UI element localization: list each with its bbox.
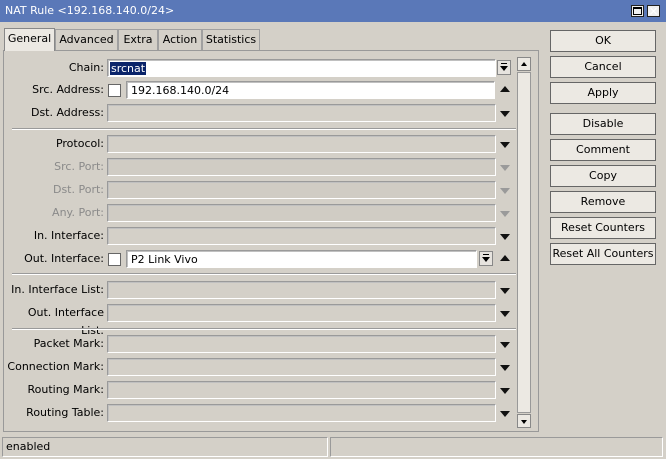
in-interface-list-field[interactable] [107,281,496,299]
out-interface-collapse-icon[interactable] [500,255,510,261]
chain-field[interactable]: srcnat [107,59,496,77]
in-interface-list-expand-icon[interactable] [500,288,510,294]
connection-mark-field[interactable] [107,358,496,376]
in-interface-expand-icon[interactable] [500,234,510,240]
scroll-thumb[interactable] [517,72,531,413]
chain-label: Chain: [68,61,104,74]
src-address-field[interactable]: 192.168.140.0/24 [126,81,495,99]
protocol-expand-icon[interactable] [500,142,510,148]
dst-address-expand-icon[interactable] [500,111,510,117]
routing-table-label: Routing Table: [26,406,104,419]
in-interface-list-label: In. Interface List: [11,283,104,296]
cancel-button[interactable]: Cancel [550,56,656,78]
title-bar: NAT Rule <192.168.140.0/24> × [0,0,666,22]
apply-button[interactable]: Apply [550,82,656,104]
src-address-negate-checkbox[interactable] [108,84,121,97]
src-port-field [107,158,496,176]
connection-mark-expand-icon[interactable] [500,365,510,371]
out-interface-list-field[interactable] [107,304,496,322]
separator [12,273,516,275]
packet-mark-label: Packet Mark: [33,337,104,350]
protocol-label: Protocol: [55,137,104,150]
ok-button[interactable]: OK [550,30,656,52]
src-port-expand-icon [500,165,510,171]
scroll-up-button[interactable] [517,57,531,71]
reset-counters-button[interactable]: Reset Counters [550,217,656,239]
routing-table-field[interactable] [107,404,496,422]
tab-action[interactable]: Action [158,29,202,50]
dst-port-expand-icon [500,188,510,194]
close-button[interactable]: × [647,4,660,18]
any-port-label: Any. Port: [52,206,104,219]
vertical-scrollbar[interactable] [516,56,533,429]
status-cell-empty [330,437,663,457]
out-interface-value: P2 Link Vivo [131,253,198,266]
chain-dropdown-button[interactable] [497,60,511,75]
routing-mark-label: Routing Mark: [27,383,104,396]
tab-extra[interactable]: Extra [118,29,158,50]
src-address-label: Src. Address: [32,83,104,96]
status-text: enabled [2,437,328,457]
packet-mark-field[interactable] [107,335,496,353]
out-interface-list-label: Out. Interface List: [27,306,104,337]
src-address-collapse-icon[interactable] [500,86,510,92]
disable-button[interactable]: Disable [550,113,656,135]
src-address-value: 192.168.140.0/24 [131,84,230,97]
out-interface-negate-checkbox[interactable] [108,253,121,266]
routing-mark-field[interactable] [107,381,496,399]
copy-button[interactable]: Copy [550,165,656,187]
out-interface-list-expand-icon[interactable] [500,311,510,317]
packet-mark-expand-icon[interactable] [500,342,510,348]
close-icon: × [648,4,659,18]
maximize-button[interactable] [631,5,644,17]
in-interface-label: In. Interface: [33,229,104,242]
general-panel: Chain: srcnat Src. Address: 192.168.140.… [3,50,539,432]
in-interface-field[interactable] [107,227,496,245]
connection-mark-label: Connection Mark: [7,360,104,373]
dst-port-field [107,181,496,199]
chain-value: srcnat [110,62,147,75]
out-interface-label: Out. Interface: [24,252,104,265]
dst-port-label: Dst. Port: [52,183,104,196]
out-interface-field[interactable]: P2 Link Vivo [126,250,477,268]
any-port-field [107,204,496,222]
routing-mark-expand-icon[interactable] [500,388,510,394]
separator [12,128,516,130]
dst-address-label: Dst. Address: [30,106,104,119]
routing-table-expand-icon[interactable] [500,411,510,417]
scroll-down-button[interactable] [517,414,531,428]
dst-address-field[interactable] [107,104,496,122]
tab-advanced[interactable]: Advanced [55,29,118,50]
any-port-expand-icon [500,211,510,217]
tab-general[interactable]: General [4,28,55,51]
remove-button[interactable]: Remove [550,191,656,213]
comment-button[interactable]: Comment [550,139,656,161]
reset-all-counters-button[interactable]: Reset All Counters [550,243,656,265]
protocol-field[interactable] [107,135,496,153]
src-port-label: Src. Port: [54,160,104,173]
tab-statistics[interactable]: Statistics [202,29,260,50]
window-title: NAT Rule <192.168.140.0/24> [5,4,175,17]
separator [12,328,516,330]
status-bar: enabled [0,436,666,459]
out-interface-dropdown-button[interactable] [479,251,493,266]
